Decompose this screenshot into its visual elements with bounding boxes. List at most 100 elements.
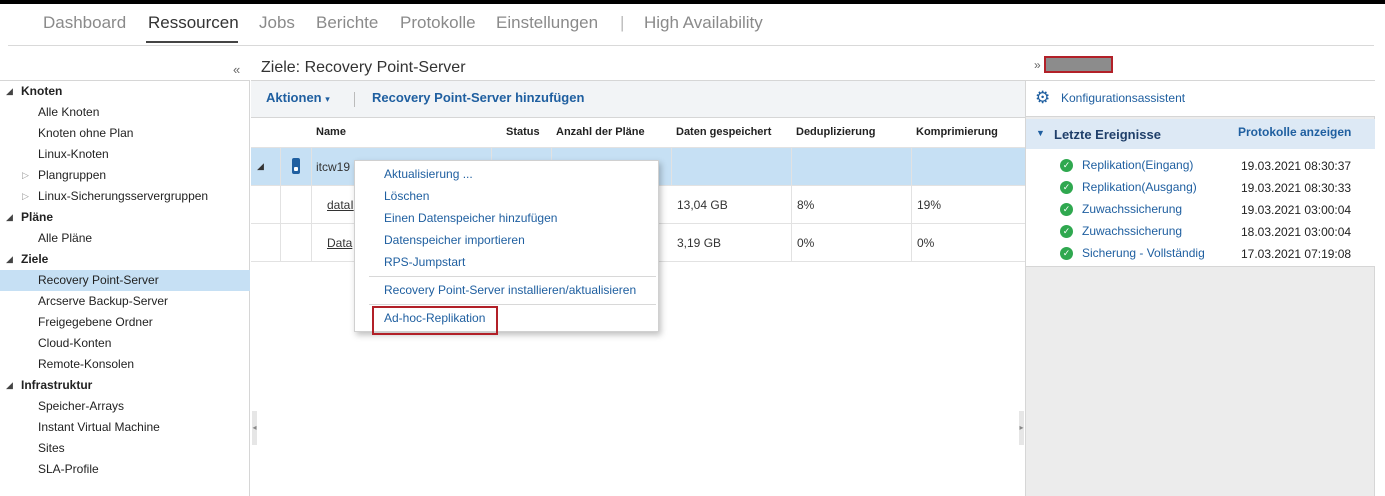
tree-item-cloud-konten[interactable]: Cloud-Konten	[0, 333, 250, 354]
right-side-panel: ⚙ Konfigurationsassistent ▼ Letzte Ereig…	[1025, 80, 1375, 496]
menu-item-install-update-rps[interactable]: Recovery Point-Server installieren/aktua…	[384, 283, 636, 297]
nav-tab-einstellungen[interactable]: Einstellungen	[496, 13, 598, 33]
column-header-compression[interactable]: Komprimierung	[916, 126, 998, 138]
collapse-tree-icon[interactable]: «	[233, 62, 240, 77]
tree-item-alle-plaene[interactable]: Alle Pläne	[0, 228, 250, 249]
page-title: Ziele: Recovery Point-Server	[261, 59, 466, 76]
expanded-triangle-icon: ◢	[6, 380, 13, 390]
menu-item-add-datastore[interactable]: Einen Datenspeicher hinzufügen	[384, 211, 557, 225]
tree-section-label: Pläne	[21, 210, 54, 224]
expanded-triangle-icon: ◢	[6, 254, 13, 264]
tree-item-label: Knoten ohne Plan	[38, 126, 134, 140]
tree-section-label: Ziele	[21, 252, 49, 266]
expanded-triangle-icon[interactable]: ◢	[257, 161, 264, 172]
column-divider	[791, 224, 792, 262]
recent-events-list: ✓ Replikation(Eingang) 19.03.2021 08:30:…	[1026, 149, 1375, 267]
tree-item-label: Sites	[38, 441, 65, 455]
event-item: ✓ Zuwachssicherung 18.03.2021 03:00:04	[1026, 220, 1375, 242]
column-divider	[280, 148, 281, 186]
success-check-icon: ✓	[1060, 225, 1073, 238]
menu-separator	[369, 276, 656, 277]
tree-item-label: Cloud-Konten	[38, 336, 112, 350]
nav-tab-jobs[interactable]: Jobs	[259, 13, 295, 33]
show-logs-link[interactable]: Protokolle anzeigen	[1238, 125, 1351, 139]
tree-item-recovery-point-server[interactable]: Recovery Point-Server	[0, 270, 250, 291]
configuration-wizard-bar[interactable]: ⚙ Konfigurationsassistent	[1026, 81, 1375, 117]
tree-item-label: Recovery Point-Server	[38, 273, 159, 287]
recent-events-header[interactable]: ▼ Letzte Ereignisse Protokolle anzeigen	[1026, 119, 1375, 149]
event-timestamp: 19.03.2021 03:00:04	[1241, 203, 1352, 217]
tree-section-label: Knoten	[21, 84, 63, 98]
column-header-status[interactable]: Status	[506, 126, 540, 138]
add-recovery-point-server-button[interactable]: Recovery Point-Server hinzufügen	[372, 90, 584, 105]
column-divider	[280, 186, 281, 224]
tree-section-knoten[interactable]: ◢ Knoten	[0, 81, 250, 102]
resource-tree: ◢ Knoten Alle Knoten Knoten ohne Plan Li…	[0, 80, 250, 496]
event-item: ✓ Replikation(Eingang) 19.03.2021 08:30:…	[1026, 154, 1375, 176]
column-header-data-stored[interactable]: Daten gespeichert	[676, 126, 771, 138]
tree-item-sites[interactable]: Sites	[0, 438, 250, 459]
tree-item-sla-profile[interactable]: SLA-Profile	[0, 459, 250, 480]
compression-value: 0%	[917, 236, 935, 250]
tree-item-linux-sicherungsservergruppen[interactable]: ▷ Linux-Sicherungsservergruppen	[0, 186, 250, 207]
column-divider	[911, 148, 912, 186]
tree-item-label: SLA-Profile	[38, 462, 99, 476]
adhoc-replication-highlight-box	[372, 306, 498, 335]
nav-tab-berichte[interactable]: Berichte	[316, 13, 378, 33]
left-splitter-handle[interactable]: ◂	[252, 411, 257, 445]
configuration-wizard-link[interactable]: Konfigurationsassistent	[1061, 91, 1185, 105]
tree-item-knoten-ohne-plan[interactable]: Knoten ohne Plan	[0, 123, 250, 144]
tree-section-ziele[interactable]: ◢ Ziele	[0, 249, 250, 270]
actions-label: Aktionen	[266, 90, 322, 105]
expand-panel-icon[interactable]: »	[1034, 58, 1041, 72]
right-splitter-handle[interactable]: ▸	[1019, 411, 1024, 445]
toolbar-separator	[354, 92, 355, 107]
tree-item-remote-konsolen[interactable]: Remote-Konsolen	[0, 354, 250, 375]
menu-item-import-datastore[interactable]: Datenspeicher importieren	[384, 233, 525, 247]
chevron-down-icon[interactable]: ▼	[1036, 128, 1045, 138]
column-header-name[interactable]: Name	[316, 126, 346, 138]
tree-item-instant-virtual-machine[interactable]: Instant Virtual Machine	[0, 417, 250, 438]
nav-tab-dashboard[interactable]: Dashboard	[43, 13, 126, 33]
tree-section-plaene[interactable]: ◢ Pläne	[0, 207, 250, 228]
success-check-icon: ✓	[1060, 247, 1073, 260]
tree-item-freigegebene-ordner[interactable]: Freigegebene Ordner	[0, 312, 250, 333]
nav-tab-ressourcen[interactable]: Ressourcen	[148, 13, 239, 33]
tree-item-arcserve-backup-server[interactable]: Arcserve Backup-Server	[0, 291, 250, 312]
tree-section-label: Infrastruktur	[21, 378, 93, 392]
column-divider	[280, 224, 281, 262]
column-header-deduplication[interactable]: Deduplizierung	[796, 126, 875, 138]
event-name-link[interactable]: Sicherung - Vollständig	[1082, 246, 1205, 260]
menu-item-rps-jumpstart[interactable]: RPS-Jumpstart	[384, 255, 465, 269]
event-name-link[interactable]: Replikation(Eingang)	[1082, 158, 1193, 172]
tree-item-alle-knoten[interactable]: Alle Knoten	[0, 102, 250, 123]
datastore-name-link[interactable]: dataI	[327, 198, 354, 212]
column-divider	[791, 148, 792, 186]
nav-tab-protokolle[interactable]: Protokolle	[400, 13, 476, 33]
event-name-link[interactable]: Replikation(Ausgang)	[1082, 180, 1197, 194]
action-toolbar: Aktionen ▾ Recovery Point-Server hinzufü…	[251, 81, 1025, 118]
tree-item-linux-knoten[interactable]: Linux-Knoten	[0, 144, 250, 165]
nav-tab-high-availability[interactable]: High Availability	[644, 13, 763, 33]
column-header-plan-count[interactable]: Anzahl der Pläne	[556, 126, 645, 138]
tree-item-speicher-arrays[interactable]: Speicher-Arrays	[0, 396, 250, 417]
tree-item-plangruppen[interactable]: ▷ Plangruppen	[0, 165, 250, 186]
menu-separator	[369, 304, 656, 305]
nav-separator: |	[620, 13, 625, 32]
success-check-icon: ✓	[1060, 159, 1073, 172]
event-name-link[interactable]: Zuwachssicherung	[1082, 224, 1182, 238]
menu-item-delete[interactable]: Löschen	[384, 189, 429, 203]
tree-section-infrastruktur[interactable]: ◢ Infrastruktur	[0, 375, 250, 396]
column-divider	[311, 186, 312, 224]
collapsed-triangle-icon[interactable]: ▷	[22, 186, 29, 207]
compression-value: 19%	[917, 198, 942, 212]
deduplication-value: 8%	[797, 198, 815, 212]
server-context-menu: Aktualisierung ... Löschen Einen Datensp…	[354, 160, 659, 335]
collapsed-triangle-icon[interactable]: ▷	[22, 165, 29, 186]
event-timestamp: 18.03.2021 03:00:04	[1241, 225, 1352, 239]
actions-menu-button[interactable]: Aktionen ▾	[266, 90, 330, 105]
server-name: itcw19	[316, 160, 351, 174]
datastore-name-link[interactable]: Data	[327, 236, 352, 250]
event-name-link[interactable]: Zuwachssicherung	[1082, 202, 1182, 216]
menu-item-refresh[interactable]: Aktualisierung ...	[384, 167, 473, 181]
